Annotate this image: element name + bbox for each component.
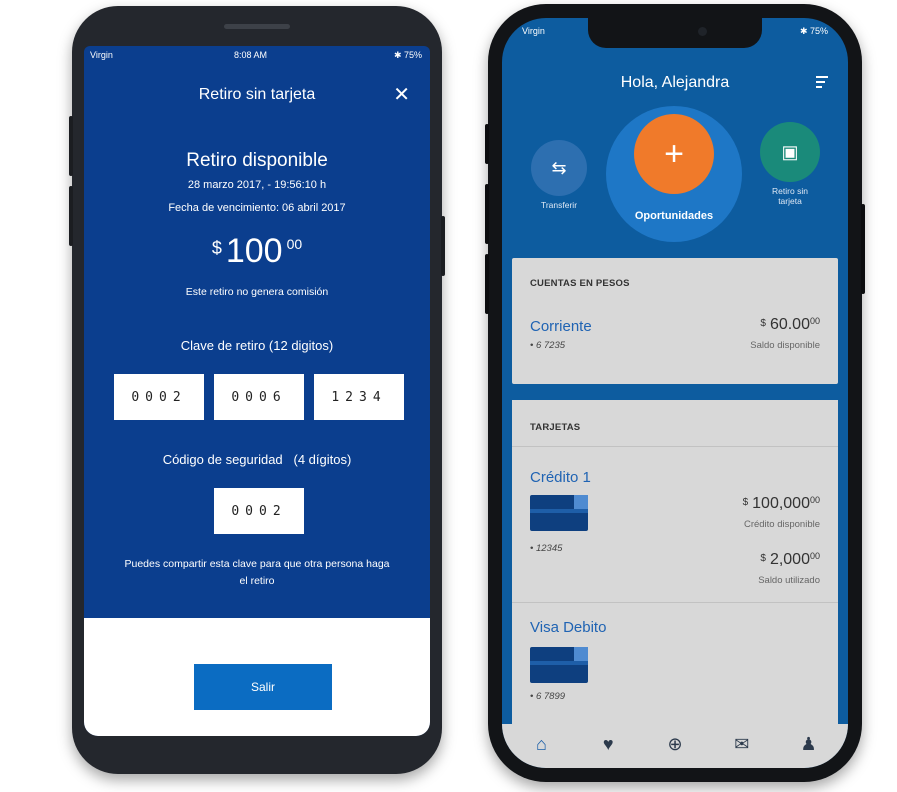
volume-down-button xyxy=(485,254,489,314)
withdrawal-heading: Retiro disponible xyxy=(186,150,328,171)
withdrawal-key-group-3: 1234 xyxy=(314,374,404,420)
account-name[interactable]: Corriente xyxy=(530,318,592,335)
credit-used-currency: $ xyxy=(760,553,766,564)
credit-used-decimals: 00 xyxy=(809,551,820,561)
amount-decimals: 00 xyxy=(286,236,303,252)
clock: 8:08 AM xyxy=(234,50,268,60)
withdrawal-key-group-2: 0006 xyxy=(214,374,304,420)
mail-icon[interactable]: ✉ xyxy=(730,732,754,756)
credit-available-caption: Crédito disponible xyxy=(743,519,820,530)
credit-available-currency: $ xyxy=(742,497,749,508)
credit-card-number: • 12345 xyxy=(530,543,563,554)
credit-card-name: Crédito 1 xyxy=(530,469,591,486)
left-phone: Virgin 8:08 AM ✱ 75% Retiro sin tarjeta … xyxy=(69,6,445,774)
greeting: Hola, Alejandra xyxy=(620,74,730,91)
transfer-arrows-icon: ⇆ xyxy=(531,140,587,196)
volume-up-button xyxy=(485,184,489,244)
withdrawal-date: 28 marzo 2017, - 19:56:10 h xyxy=(187,179,327,191)
carrier-label: Virgin xyxy=(522,26,545,36)
close-icon[interactable]: ✕ xyxy=(393,82,410,107)
carrier-label: Virgin xyxy=(90,50,113,60)
add-circle-icon[interactable]: ⊕ xyxy=(663,732,687,756)
credit-card-item[interactable]: Crédito 1 • 12345 $100,00000 Crédito dis… xyxy=(512,447,838,601)
dashboard-screen: Virgin ✱ 75% Hola, Alejandra ⇆ Transferi… xyxy=(502,18,848,768)
credit-card-icon xyxy=(530,495,588,531)
heart-pulse-icon[interactable]: ♥ xyxy=(596,732,620,756)
debit-card-name: Visa Debito xyxy=(530,619,607,636)
power-button xyxy=(861,204,865,294)
credit-available-integer: 100,000 xyxy=(752,495,810,512)
credit-available-amount: $100,00000 xyxy=(743,495,820,513)
balance-caption: Saldo disponible xyxy=(750,340,820,351)
exit-button[interactable]: Salir xyxy=(194,664,332,710)
security-code-box: 0002 xyxy=(214,488,304,534)
speaker-grille xyxy=(224,24,290,29)
balance-decimals: 00 xyxy=(809,316,820,326)
balance-integer: 60.00 xyxy=(769,316,810,333)
volume-down-button xyxy=(69,186,73,246)
credit-used-amount: $2,00000 xyxy=(760,551,820,569)
footer-panel: Salir xyxy=(84,618,430,736)
no-commission-note: Este retiro no genera comisión xyxy=(185,286,329,298)
right-phone: Virgin ✱ 75% Hola, Alejandra ⇆ Transferi… xyxy=(485,4,865,782)
accounts-card[interactable]: CUENTAS EN PESOS Corriente • 6 7235 $60.… xyxy=(512,258,838,384)
cardless-withdrawal-action[interactable]: ▣ Retiro sin tarjeta xyxy=(754,122,826,206)
debit-card-item[interactable]: Visa Debito • 6 7899 xyxy=(512,603,838,723)
plus-icon: + xyxy=(664,135,684,173)
withdrawal-screen: Virgin 8:08 AM ✱ 75% Retiro sin tarjeta … xyxy=(84,46,430,736)
withdrawal-amount: $100 00 xyxy=(84,232,430,271)
battery-indicator: ✱ 75% xyxy=(393,50,422,60)
notch xyxy=(588,18,762,48)
battery-indicator: ✱ 75% xyxy=(799,26,828,36)
profile-icon[interactable]: ♟ xyxy=(797,732,821,756)
status-bar: Virgin 8:08 AM ✱ 75% xyxy=(84,50,430,64)
expiry-date: Fecha de vencimiento: 06 abril 2017 xyxy=(168,202,346,214)
mute-switch xyxy=(485,124,489,164)
balance-currency: $ xyxy=(760,318,766,329)
screen-title: Retiro sin tarjeta xyxy=(198,86,316,103)
opportunities-action[interactable]: + Oportunidades xyxy=(606,106,742,242)
transfer-action[interactable]: ⇆ Transferir xyxy=(528,140,590,210)
amount-currency: $ xyxy=(211,238,222,258)
bottom-nav: ⌂ ♥ ⊕ ✉ ♟ xyxy=(502,724,848,768)
credit-used-integer: 2,000 xyxy=(769,551,810,568)
plus-icon-circle: + xyxy=(634,114,714,194)
security-code-label: Código de seguridad (4 dígitos) xyxy=(162,452,352,467)
menu-icon[interactable] xyxy=(816,76,828,88)
cardless-withdrawal-label: Retiro sin tarjeta xyxy=(772,186,808,206)
cards-panel: TARJETAS Crédito 1 • 12345 $100,00000 Cr… xyxy=(512,400,838,726)
transfer-label: Transferir xyxy=(540,200,578,210)
power-button xyxy=(441,216,445,276)
debit-card-icon xyxy=(530,647,588,683)
camera-icon xyxy=(698,27,707,36)
account-balance: $60.0000 xyxy=(760,316,820,334)
credit-used-caption: Saldo utilizado xyxy=(758,575,820,586)
credit-available-decimals: 00 xyxy=(809,495,820,505)
withdrawal-key-label: Clave de retiro (12 digitos) xyxy=(180,338,334,353)
share-instructions: Puedes compartir esta clave para que otr… xyxy=(124,558,390,587)
withdrawal-key-group-1: 0002 xyxy=(114,374,204,420)
cards-section-header: TARJETAS xyxy=(530,422,581,433)
opportunities-label: Oportunidades xyxy=(634,210,714,222)
debit-card-number: • 6 7899 xyxy=(530,691,566,702)
amount-integer: 100 xyxy=(225,232,283,270)
account-number: • 6 7235 xyxy=(530,340,566,351)
cash-icon: ▣ xyxy=(760,122,820,182)
volume-up-button xyxy=(69,116,73,176)
home-icon[interactable]: ⌂ xyxy=(529,732,553,756)
accounts-section-header: CUENTAS EN PESOS xyxy=(530,278,630,289)
